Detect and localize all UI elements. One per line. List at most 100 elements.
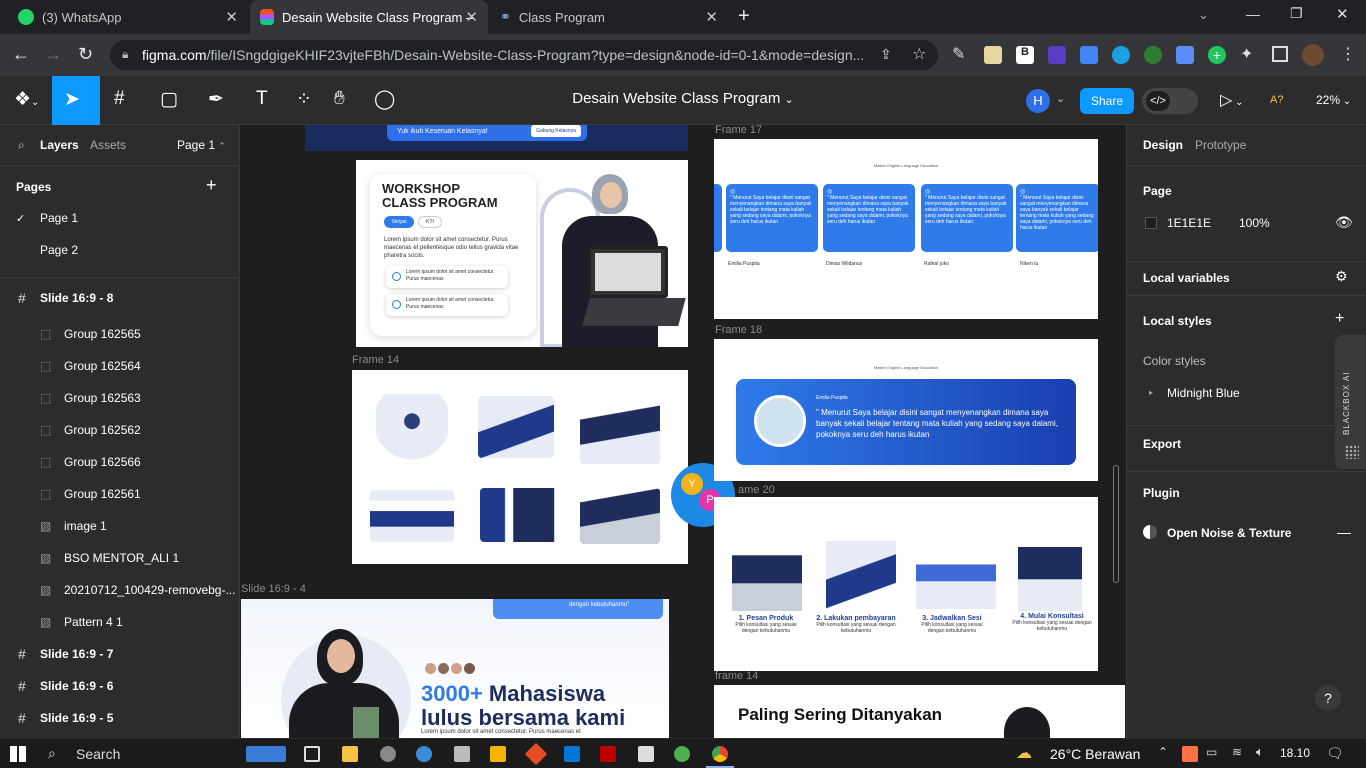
new-tab-icon[interactable]: + [738, 5, 750, 28]
close-tab-icon[interactable]: ✕ [225, 8, 238, 26]
profile-avatar[interactable] [1302, 44, 1324, 66]
color-swatch[interactable] [1145, 217, 1157, 229]
figma-menu-icon[interactable]: ❖⌄ [14, 88, 39, 111]
layer-frame[interactable]: # Slide 16:9 - 6 [0, 670, 240, 702]
share-button[interactable]: Share [1080, 88, 1134, 114]
tab-search-icon[interactable]: ⌄ [1198, 7, 1209, 23]
reload-icon[interactable]: ↻ [78, 44, 93, 65]
layer-image[interactable]: ▧ image 1 [0, 510, 240, 542]
puzzle-icon[interactable]: ✦ [1240, 44, 1253, 64]
shape-tool-icon[interactable]: ▢ [160, 88, 178, 111]
frame-tool-icon[interactable]: # [114, 88, 125, 110]
chevron-up-icon[interactable]: ⌃ [1158, 745, 1168, 759]
share-page-icon[interactable]: ⇪ [880, 46, 892, 63]
illustrations-frame[interactable] [352, 370, 688, 564]
banner-frame[interactable]: Yuk ikuti Keseruan Kelasnya! Gabung Kela… [305, 125, 688, 151]
translate-extension-icon[interactable] [1080, 46, 1098, 64]
hero-slide-frame[interactable]: dengan kebutuhanmu" 3000+ Mahasiswa lulu… [241, 599, 669, 738]
task-view-icon[interactable] [304, 746, 320, 762]
layer-group[interactable]: ⬚ Group 162562 [0, 414, 240, 446]
dev-mode-toggle[interactable]: </> [1142, 88, 1198, 114]
menu-kebab-icon[interactable]: ⋮ [1340, 44, 1356, 64]
git-icon[interactable] [524, 742, 548, 766]
frame-label[interactable]: Frame 17 [715, 125, 762, 136]
tab-figma[interactable]: Desain Website Class Program – ✕ [250, 0, 488, 34]
tab-class-program[interactable]: ⚭ Class Program ✕ [490, 0, 728, 34]
close-window-icon[interactable]: ✕ [1336, 5, 1349, 23]
pen-tool-icon[interactable]: ✒ [208, 88, 224, 111]
restore-icon[interactable]: ❐ [1290, 5, 1303, 22]
move-tool[interactable]: ➤ [52, 76, 100, 125]
export-heading[interactable]: Export [1143, 437, 1181, 451]
frame-label[interactable]: Slide 16:9 - 4 [241, 583, 306, 595]
faq-frame[interactable]: Paling Sering Ditanyakan [714, 685, 1125, 738]
help-icon[interactable]: ? [1315, 685, 1341, 711]
layer-group[interactable]: ⬚ Group 162564 [0, 350, 240, 382]
file-title[interactable]: Desain Website Class Program [572, 90, 780, 107]
plugin-item[interactable]: Open Noise & Texture [1167, 526, 1291, 540]
wifi-icon[interactable]: ≋ [1232, 745, 1242, 759]
extension-icon[interactable] [1112, 46, 1130, 64]
page-opacity-value[interactable]: 100% [1239, 216, 1270, 230]
search-icon[interactable]: ⌕ [18, 138, 25, 153]
layer-frame[interactable]: # Slide 16:9 - 5 [0, 702, 240, 734]
tab-prototype[interactable]: Prototype [1195, 138, 1246, 152]
windows-start-icon[interactable] [10, 746, 26, 762]
vscode-icon[interactable] [564, 746, 580, 762]
extension-icon[interactable] [1048, 46, 1066, 64]
chrome-icon[interactable] [712, 746, 728, 762]
play-icon[interactable]: ▷ ⌄ [1220, 90, 1243, 110]
workshop-frame[interactable]: WORKSHOP CLASS PROGRAM Skripsi KTI Lorem… [356, 160, 688, 347]
eye-icon[interactable]: 👁︎ [1335, 214, 1353, 231]
frame-label[interactable]: ame 20 [738, 484, 775, 496]
bookmark-star-icon[interactable]: ☆ [912, 44, 926, 64]
collaborator-avatar[interactable]: H [1026, 89, 1050, 113]
address-bar[interactable]: 🔒︎ figma.com /file/ISngdgigeKHIF23vjteFB… [110, 40, 938, 70]
layer-image[interactable]: ▧ 20210712_100429-removebg-... [0, 574, 240, 606]
layer-group[interactable]: ⬚ Group 162563 [0, 382, 240, 414]
battery-icon[interactable]: ▭ [1206, 745, 1217, 759]
app-icon[interactable] [454, 746, 470, 762]
testimonials-frame[interactable]: Cerita Sobat Insans Master English Langu… [714, 139, 1098, 319]
canvas[interactable]: Yuk ikuti Keseruan Kelasnya! Gabung Kela… [241, 125, 1125, 738]
variables-icon[interactable]: ⚙︎ [1335, 268, 1348, 285]
layer-group[interactable]: ⬚ Group 162566 [0, 446, 240, 478]
frame-label[interactable]: frame 14 [715, 670, 758, 682]
app-icon[interactable] [416, 746, 432, 762]
tab-design[interactable]: Design [1143, 138, 1183, 152]
app-icon[interactable] [380, 746, 396, 762]
caret-right-icon[interactable]: ▸ [1149, 388, 1153, 397]
extension-icon[interactable] [1176, 46, 1194, 64]
page-color-value[interactable]: 1E1E1E [1167, 216, 1211, 230]
search-icon[interactable]: ⌕ [48, 745, 56, 762]
ai-label[interactable]: A? [1270, 94, 1283, 106]
tray-app-icon[interactable] [1182, 746, 1198, 762]
layer-frame[interactable]: # Slide 16:9 - 7 [0, 638, 240, 670]
notification-icon[interactable]: 🗨︎ [1326, 745, 1344, 762]
taskbar-search[interactable]: Search [76, 746, 120, 762]
back-icon[interactable]: ← [12, 44, 30, 65]
b-extension-icon[interactable]: B [1016, 46, 1034, 64]
app-icon[interactable] [490, 746, 506, 762]
frame-label[interactable]: Frame 18 [715, 324, 762, 336]
add-style-icon[interactable]: + [1335, 310, 1344, 328]
page-selector[interactable]: Page 1 ⌃ [177, 138, 226, 152]
comment-tool-icon[interactable]: ◯ [374, 88, 395, 111]
sidebar-toggle-icon[interactable] [1272, 46, 1288, 62]
layer-group[interactable]: ⬚ Group 162561 [0, 478, 240, 510]
minimize-icon[interactable]: — [1246, 6, 1260, 22]
page-item[interactable]: Page 2 [0, 234, 240, 266]
tab-layers[interactable]: Layers [40, 138, 79, 152]
volume-icon[interactable]: 🔈︎ [1256, 744, 1264, 760]
layer-image[interactable]: ▧ Pattern 4 1 [0, 606, 240, 638]
canvas-scrollbar[interactable] [1113, 465, 1119, 583]
clock-time[interactable]: 18.10 [1280, 746, 1310, 760]
zoom-level[interactable]: 22% ⌄ [1316, 93, 1351, 107]
style-item-midnight-blue[interactable]: Midnight Blue [1167, 386, 1240, 400]
app-icon[interactable] [638, 746, 654, 762]
eyedropper-extension-icon[interactable]: ✎ [952, 44, 965, 64]
filezilla-icon[interactable] [600, 746, 616, 762]
resources-icon[interactable]: ⁘ [296, 88, 312, 111]
close-tab-icon[interactable]: ✕ [465, 8, 478, 26]
layer-group[interactable]: ⬚ Group 162565 [0, 318, 240, 350]
